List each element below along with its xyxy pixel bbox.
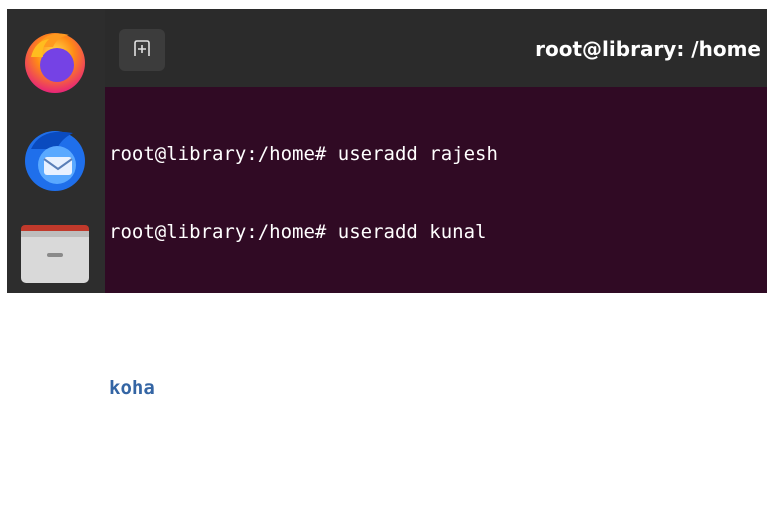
prompt: root@library:/home# <box>109 455 338 477</box>
terminal-output[interactable]: root@library:/home# useradd rajesh root@… <box>109 89 767 531</box>
dock <box>7 9 105 293</box>
terminal-titlebar: root@library: /home <box>105 9 767 87</box>
terminal-line: root@library:/home# useradd rajesh <box>109 141 767 167</box>
terminal-line: root@library:/home# ls <box>109 297 767 323</box>
prompt: root@library:/home# <box>109 143 338 165</box>
terminal-line: root@library:/home# <box>109 453 767 479</box>
command: useradd rajesh <box>337 143 498 165</box>
prompt: root@library:/home# <box>109 299 338 321</box>
new-tab-icon <box>132 38 152 62</box>
window-title: root@library: /home <box>535 37 761 61</box>
directory-listing-item: koha <box>109 377 155 399</box>
thunderbird-icon[interactable] <box>17 121 93 197</box>
terminal-window[interactable]: root@library: /home root@library:/home# … <box>105 9 767 477</box>
terminal-line: root@library:/home# useradd kunal <box>109 219 767 245</box>
command: useradd kunal <box>337 221 487 243</box>
command: ls <box>337 299 361 321</box>
terminal-line: koha <box>109 375 767 401</box>
new-tab-button[interactable] <box>119 29 165 71</box>
files-icon[interactable] <box>17 223 93 285</box>
firefox-icon[interactable] <box>17 21 93 97</box>
prompt: root@library:/home# <box>109 221 338 243</box>
